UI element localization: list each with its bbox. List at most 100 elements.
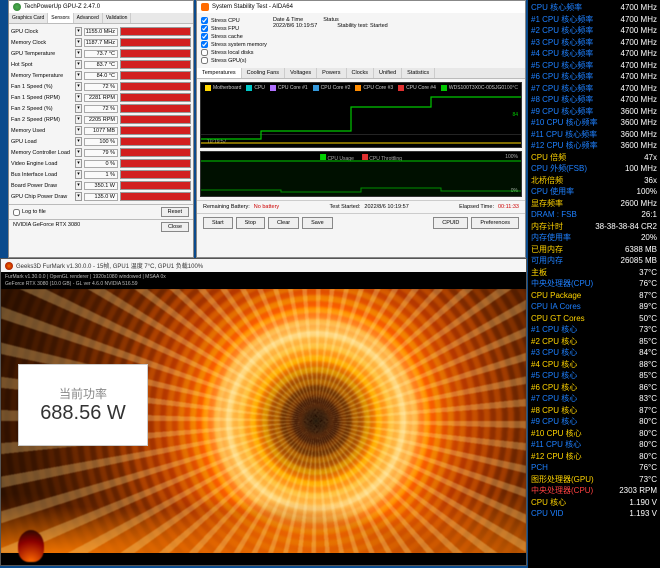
aida-check-stress-system-memory[interactable]: Stress system memory	[201, 41, 267, 48]
gpuz-sensor-value: 72 %	[84, 83, 118, 91]
aida-check-stress-cpu[interactable]: Stress CPU	[201, 17, 267, 24]
aida-tab-cooling-fans[interactable]: Cooling Fans	[242, 68, 285, 78]
aida-tab-temperatures[interactable]: Temperatures	[197, 68, 242, 78]
hw-value: 73°C	[639, 324, 657, 336]
checkbox[interactable]	[201, 49, 208, 56]
hw-readout-row: 主板 37°C	[531, 267, 657, 279]
aida-tab-voltages[interactable]: Voltages	[285, 68, 317, 78]
gpuz-sensor-row: GPU Chip Power Draw▾135.0 W	[11, 191, 191, 202]
gpuz-sensor-row: Bus Interface Load▾1 %	[11, 169, 191, 180]
checkbox[interactable]	[201, 17, 208, 24]
aida-check-stress-fpu[interactable]: Stress FPU	[201, 25, 267, 32]
aida-cpuid-button[interactable]: CPUID	[433, 217, 468, 229]
hw-readout-row: #2 CPU 核心85°C	[531, 336, 657, 348]
furmark-titlebar[interactable]: Geeks3D FurMark v1.30.0.0 - 15帧, GPU1 温度…	[1, 259, 526, 272]
hw-readout-row: #3 CPU 核心84°C	[531, 347, 657, 359]
aida-preferences-button[interactable]: Preferences	[471, 217, 519, 229]
dropdown-icon[interactable]: ▾	[75, 137, 82, 146]
aida-temp-graph[interactable]: MotherboardCPUCPU Core #1CPU Core #2CPU …	[200, 82, 522, 148]
dropdown-icon[interactable]: ▾	[75, 82, 82, 91]
hw-readout-row: #10 CPU 核心频率3600 MHz	[531, 117, 657, 129]
gpuz-tab-graphics-card[interactable]: Graphics Card	[9, 13, 48, 23]
dropdown-icon[interactable]: ▾	[75, 104, 82, 113]
gpuz-log-to-file[interactable]: Log to file	[13, 209, 46, 216]
dropdown-icon[interactable]: ▾	[75, 49, 82, 58]
hw-label: #2 CPU 核心频率	[531, 25, 593, 37]
gpuz-sensor-row: Video Engine Load▾0 %	[11, 158, 191, 169]
gpuz-tab-sensors[interactable]: Sensors	[48, 13, 73, 23]
checkbox[interactable]	[201, 41, 208, 48]
hw-readout-row: 中央处理器(CPU)76°C	[531, 278, 657, 290]
dropdown-icon[interactable]: ▾	[75, 170, 82, 179]
hw-readout-row: CPU 使用率100%	[531, 186, 657, 198]
dropdown-icon[interactable]: ▾	[75, 115, 82, 124]
gpuz-sensor-value: 1187.7 MHz	[84, 39, 118, 47]
furmark-sub2: GeForce RTX 3080 (10.0 GB) - GL ver 4.6.…	[5, 281, 522, 288]
hw-label: 主板	[531, 267, 547, 279]
hw-readout-row: #12 CPU 核心频率3600 MHz	[531, 140, 657, 152]
aida-tab-unified[interactable]: Unified	[374, 68, 402, 78]
hw-label: CPU GT Cores	[531, 313, 585, 325]
aida-tab-powers[interactable]: Powers	[317, 68, 346, 78]
aida-clear-button[interactable]: Clear	[268, 217, 299, 229]
dropdown-icon[interactable]: ▾	[75, 192, 82, 201]
furmark-title-text: Geeks3D FurMark v1.30.0.0 - 15帧, GPU1 温度…	[16, 261, 203, 270]
gpuz-sensor-label: Memory Used	[11, 128, 73, 134]
hw-label: #12 CPU 核心频率	[531, 140, 598, 152]
gpuz-close-button[interactable]: Close	[161, 222, 189, 232]
hw-value: 88°C	[639, 359, 657, 371]
hw-readout-row: 图形处理器(GPU)73°C	[531, 474, 657, 486]
hw-label: #1 CPU 核心	[531, 324, 577, 336]
aida-stop-button[interactable]: Stop	[236, 217, 265, 229]
gpuz-tab-advanced[interactable]: Advanced	[74, 13, 103, 23]
hw-label: CPU 外频(FSB)	[531, 163, 587, 175]
gpuz-sensor-label: GPU Load	[11, 139, 73, 145]
hw-value: 84°C	[639, 347, 657, 359]
aida-tab-statistics[interactable]: Statistics	[402, 68, 435, 78]
aida-check-stress-gpu(s)[interactable]: Stress GPU(s)	[201, 57, 267, 64]
gpuz-sensor-value: 83.7 °C	[84, 61, 118, 69]
aida-save-button[interactable]: Save	[302, 217, 333, 229]
hw-value: 47x	[644, 152, 657, 164]
dropdown-icon[interactable]: ▾	[75, 38, 82, 47]
dropdown-icon[interactable]: ▾	[75, 126, 82, 135]
hw-value: 4700 MHz	[621, 48, 657, 60]
hw-value: 4700 MHz	[621, 25, 657, 37]
aida-check-stress-cache[interactable]: Stress cache	[201, 33, 267, 40]
gpuz-title-text: TechPowerUp GPU-Z 2.47.0	[24, 4, 100, 10]
gpuz-tab-validation[interactable]: Validation	[103, 13, 132, 23]
gpuz-sensor-label: Memory Controller Load	[11, 150, 73, 156]
hw-label: CPU IA Cores	[531, 301, 581, 313]
gpuz-log-checkbox[interactable]	[13, 209, 20, 216]
dropdown-icon[interactable]: ▾	[75, 159, 82, 168]
checkbox[interactable]	[201, 33, 208, 40]
aida-start-button[interactable]: Start	[203, 217, 233, 229]
dropdown-icon[interactable]: ▾	[75, 181, 82, 190]
hw-label: 可用内存	[531, 255, 563, 267]
checkbox[interactable]	[201, 25, 208, 32]
gpuz-sensor-bar	[120, 93, 191, 102]
gpuz-sensor-value: 135.0 W	[84, 193, 118, 201]
gpuz-titlebar[interactable]: TechPowerUp GPU-Z 2.47.0	[9, 1, 193, 13]
hw-label: CPU 核心频率	[531, 2, 582, 14]
hw-value: 87°C	[639, 405, 657, 417]
dropdown-icon[interactable]: ▾	[75, 60, 82, 69]
hw-readout-row: DRAM : FSB26:1	[531, 209, 657, 221]
dropdown-icon[interactable]: ▾	[75, 71, 82, 80]
hw-value: 37°C	[639, 267, 657, 279]
aida-cpu-usage-graph[interactable]: CPU Usage CPU Throttling 100% 0%	[200, 151, 522, 197]
aida-titlebar[interactable]: System Stability Test - AIDA64	[197, 1, 525, 13]
hw-label: #7 CPU 核心	[531, 393, 577, 405]
hw-label: 北桥倍频	[531, 175, 563, 187]
hw-value: 6388 MB	[625, 244, 657, 256]
hw-value: 4700 MHz	[621, 71, 657, 83]
dropdown-icon[interactable]: ▾	[75, 93, 82, 102]
gpuz-reset-button[interactable]: Reset	[161, 207, 189, 217]
dropdown-icon[interactable]: ▾	[75, 148, 82, 157]
aida-check-stress-local-disks[interactable]: Stress local disks	[201, 49, 267, 56]
dropdown-icon[interactable]: ▾	[75, 27, 82, 36]
gpuz-sensor-value: 100 %	[84, 138, 118, 146]
checkbox[interactable]	[201, 57, 208, 64]
aida-tab-clocks[interactable]: Clocks	[347, 68, 375, 78]
gpuz-sensor-bar	[120, 49, 191, 58]
